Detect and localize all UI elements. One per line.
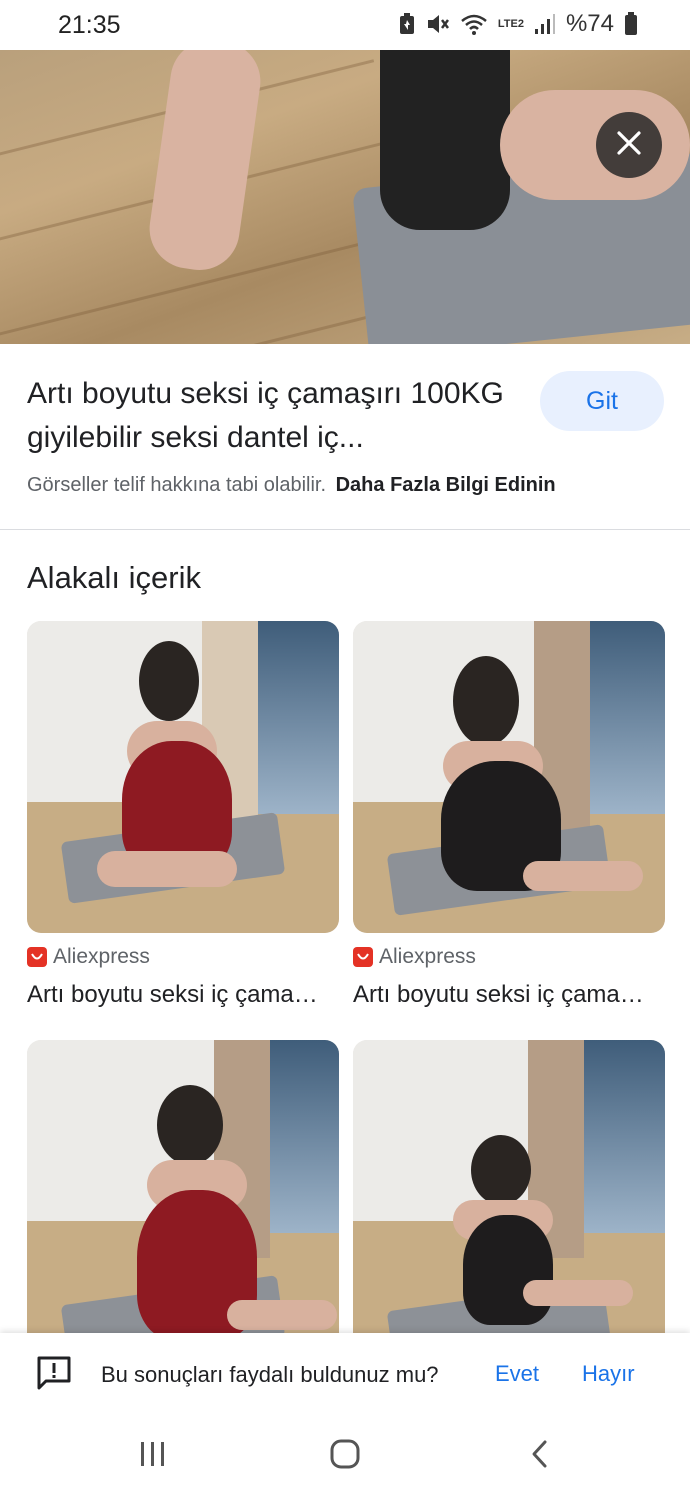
battery-level: %74	[565, 10, 614, 37]
home-button[interactable]	[325, 1438, 365, 1474]
wifi-icon	[460, 13, 488, 35]
related-card[interactable]: Aliexpress Artı boyutu seksi iç çamaşırı	[353, 621, 665, 1009]
feedback-yes-button[interactable]: Evet	[495, 1361, 539, 1387]
recent-apps-icon	[139, 1441, 167, 1472]
dress-shape	[463, 1215, 553, 1325]
related-thumbnail[interactable]	[353, 621, 665, 933]
card-title[interactable]: Artı boyutu seksi iç çamaşırı	[27, 981, 327, 1009]
recent-apps-button[interactable]	[133, 1438, 173, 1474]
go-button[interactable]: Git	[540, 371, 664, 431]
signal-icon	[534, 13, 556, 35]
image-info: Artı boyutu seksi iç çamaşırı 100KG giyi…	[0, 344, 690, 530]
feedback-bar: Bu sonuçları faydalı buldunuz mu? Evet H…	[0, 1333, 690, 1418]
feedback-question: Bu sonuçları faydalı buldunuz mu?	[101, 1362, 439, 1387]
related-thumbnail[interactable]	[27, 621, 339, 933]
related-thumbnail[interactable]	[27, 1040, 339, 1352]
navigation-bar	[0, 1418, 690, 1495]
battery-saver-icon	[398, 13, 416, 35]
copyright-notice: Görseller telif hakkına tabi olabilir. D…	[27, 474, 556, 497]
back-icon	[530, 1439, 550, 1474]
source-name: Aliexpress	[53, 945, 150, 968]
screen: 21:35 LTE2 %74 Artı boyutu seksi iç çama…	[0, 0, 690, 1495]
result-title[interactable]: Artı boyutu seksi iç çamaşırı 100KG giyi…	[27, 372, 517, 460]
status-bar: 21:35 LTE2 %74	[0, 0, 690, 50]
related-card[interactable]	[353, 1040, 665, 1352]
battery-icon	[624, 12, 638, 36]
status-icons: LTE2 %74	[398, 10, 638, 38]
close-icon	[615, 129, 643, 162]
close-button[interactable]	[596, 112, 662, 178]
related-card[interactable]: Aliexpress Artı boyutu seksi iç çamaşırı	[27, 621, 339, 1009]
learn-more-link[interactable]: Daha Fazla Bilgi Edinin	[336, 474, 556, 496]
card-title[interactable]: Artı boyutu seksi iç çamaşırı	[353, 981, 653, 1009]
aliexpress-icon	[27, 947, 47, 967]
source-name: Aliexpress	[379, 945, 476, 968]
related-heading: Alakalı içerik	[27, 560, 201, 595]
copyright-text: Görseller telif hakkına tabi olabilir.	[27, 474, 327, 496]
network-label: LTE2	[497, 18, 524, 30]
mute-icon	[426, 13, 450, 35]
back-button[interactable]	[520, 1438, 560, 1474]
source-row: Aliexpress	[27, 945, 339, 969]
source-row: Aliexpress	[353, 945, 665, 969]
related-thumbnail[interactable]	[353, 1040, 665, 1352]
related-card[interactable]	[27, 1040, 339, 1352]
aliexpress-icon	[353, 947, 373, 967]
home-icon	[330, 1439, 360, 1474]
main-image[interactable]	[0, 50, 690, 344]
status-time: 21:35	[58, 11, 121, 39]
feedback-icon	[36, 1355, 72, 1396]
feedback-no-button[interactable]: Hayır	[582, 1361, 635, 1387]
